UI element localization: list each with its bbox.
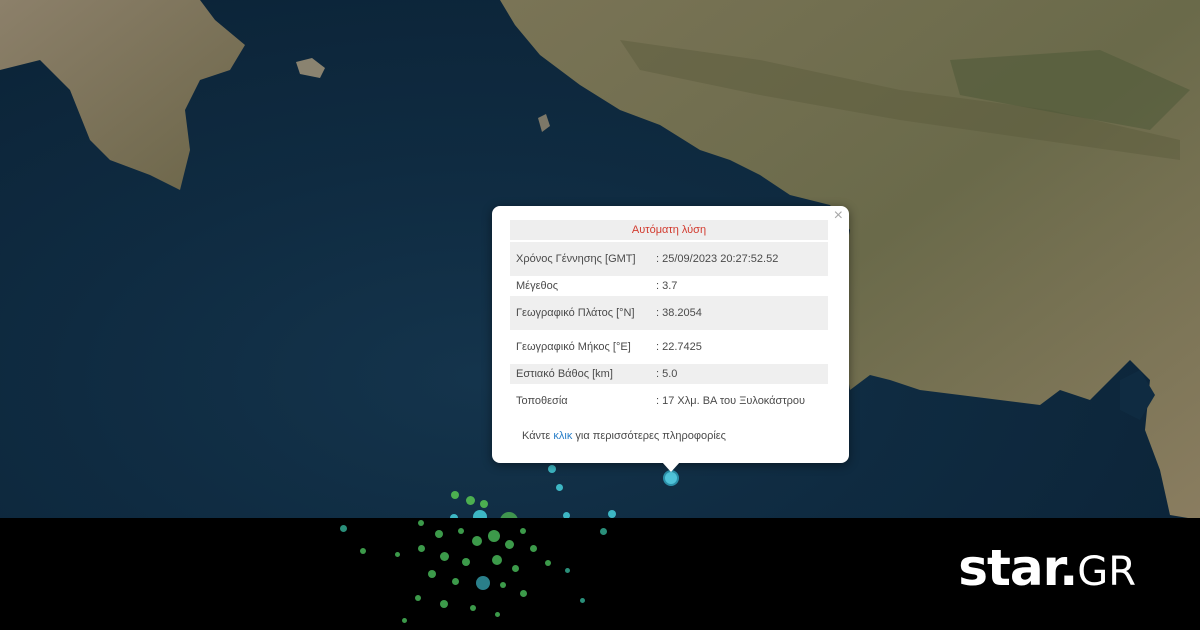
earthquake-marker[interactable] (435, 530, 443, 538)
earthquake-marker[interactable] (512, 565, 519, 572)
peninsula-northwest (0, 0, 245, 190)
logo-main-text: star (958, 539, 1060, 597)
earthquake-marker[interactable] (500, 582, 506, 588)
earthquake-marker[interactable] (395, 552, 400, 557)
earthquake-marker[interactable] (402, 618, 407, 623)
close-icon[interactable]: × (834, 208, 843, 224)
earthquake-marker[interactable] (505, 540, 514, 549)
earthquake-marker[interactable] (340, 525, 347, 532)
earthquake-marker[interactable] (462, 558, 470, 566)
earthquake-marker[interactable] (440, 600, 448, 608)
table-row: Γεωγραφικό Μήκος [°E] : 22.7425 (510, 330, 828, 364)
earthquake-marker[interactable] (520, 528, 526, 534)
footer-text-before: Κάντε (522, 430, 554, 442)
earthquake-marker[interactable] (451, 491, 459, 499)
popup-pointer (662, 462, 680, 472)
earthquake-marker[interactable] (466, 496, 475, 505)
table-row: Τοποθεσία : 17 Χλμ. ΒΑ του Ξυλοκάστρου (510, 384, 828, 418)
earthquake-marker[interactable] (495, 612, 500, 617)
earthquake-marker[interactable] (415, 595, 421, 601)
earthquake-marker[interactable] (520, 590, 527, 597)
earthquake-info-popup: × Αυτόματη λύση Χρόνος Γέννησης [GMT] : … (492, 206, 849, 463)
earthquake-marker[interactable] (418, 545, 425, 552)
location-label: Τοποθεσία (516, 394, 568, 407)
depth-label: Εστιακό Βάθος [km] (510, 364, 650, 384)
earthquake-marker[interactable] (488, 530, 500, 542)
location-value: : 17 Χλμ. ΒΑ του Ξυλοκάστρου (656, 394, 806, 407)
earthquake-info-table: Χρόνος Γέννησης [GMT] : 25/09/2023 20:27… (510, 242, 828, 418)
earthquake-marker[interactable] (452, 578, 459, 585)
footer-text-after: για περισσότερες πληροφορίες (572, 430, 726, 442)
more-info-link[interactable]: κλικ (553, 430, 572, 442)
logo-suffix: GR (1077, 549, 1136, 595)
popup-title: Αυτόματη λύση (510, 220, 828, 240)
origin-time-value: : 25/09/2023 20:27:52.52 (650, 242, 828, 276)
earthquake-marker[interactable] (418, 520, 424, 526)
popup-footer: Κάντε κλικ για περισσότερες πληροφορίες (522, 430, 726, 442)
earthquake-marker[interactable] (440, 552, 449, 561)
earthquake-marker[interactable] (470, 605, 476, 611)
logo-dot: . (1059, 539, 1078, 597)
earthquake-marker-main[interactable] (663, 470, 679, 486)
earthquake-marker[interactable] (608, 510, 616, 518)
latitude-label: Γεωγραφικό Πλάτος [°N] (510, 296, 650, 330)
earthquake-marker[interactable] (472, 536, 482, 546)
table-row: Εστιακό Βάθος [km] : 5.0 (510, 364, 828, 384)
earthquake-marker[interactable] (545, 560, 551, 566)
islet-north (296, 58, 325, 78)
earthquake-marker[interactable] (548, 465, 556, 473)
latitude-value: : 38.2054 (650, 296, 828, 330)
earthquake-marker[interactable] (580, 598, 585, 603)
earthquake-marker[interactable] (476, 576, 490, 590)
earthquake-marker[interactable] (556, 484, 563, 491)
magnitude-label: Μέγεθος (516, 279, 559, 292)
islet-small (538, 114, 550, 132)
longitude-label: Γεωγραφικό Μήκος [°E] (516, 340, 631, 353)
earthquake-marker[interactable] (565, 568, 570, 573)
earthquake-marker[interactable] (428, 570, 436, 578)
table-row: Μέγεθος : 3.7 (510, 276, 828, 296)
earthquake-marker[interactable] (458, 528, 464, 534)
origin-time-label: Χρόνος Γέννησης [GMT] (510, 242, 650, 276)
star-gr-logo: star.GR (958, 540, 1136, 600)
earthquake-marker[interactable] (492, 555, 502, 565)
earthquake-marker[interactable] (360, 548, 366, 554)
depth-value: : 5.0 (650, 364, 828, 384)
earthquake-marker[interactable] (530, 545, 537, 552)
longitude-value: : 22.7425 (656, 340, 702, 353)
earthquake-marker[interactable] (480, 500, 488, 508)
table-row: Χρόνος Γέννησης [GMT] : 25/09/2023 20:27… (510, 242, 828, 276)
earthquake-marker[interactable] (600, 528, 607, 535)
table-row: Γεωγραφικό Πλάτος [°N] : 38.2054 (510, 296, 828, 330)
magnitude-value: : 3.7 (656, 279, 678, 292)
